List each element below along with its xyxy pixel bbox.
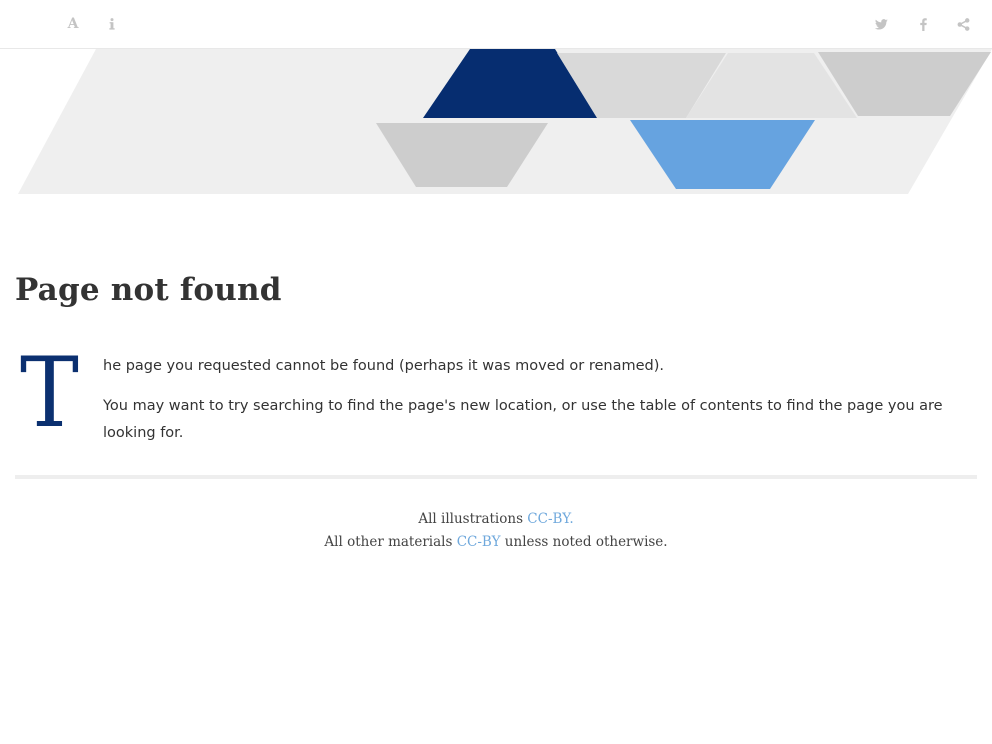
top-toolbar: A <box>0 0 992 49</box>
info-icon[interactable] <box>102 14 122 34</box>
message-paragraph-1: he page you requested cannot be found (p… <box>103 358 665 374</box>
footer-illustrations-license: All illustrations CC-BY. <box>0 508 992 531</box>
font-size-icon[interactable]: A <box>63 14 83 34</box>
footer-illustrations-text: All illustrations <box>418 511 528 527</box>
illustrations-license-link[interactable]: CC-BY. <box>527 511 573 527</box>
message-paragraph-2: You may want to try searching to find th… <box>103 398 943 441</box>
twitter-icon[interactable] <box>871 14 891 34</box>
footer-materials-text: All other materials <box>324 534 457 550</box>
header-banner-graphic <box>18 49 992 194</box>
footer-materials-license: All other materials CC-BY unless noted o… <box>0 531 992 554</box>
drop-cap-letter: T <box>20 337 79 449</box>
footer-materials-suffix: unless noted otherwise. <box>500 534 668 550</box>
facebook-icon[interactable] <box>913 14 933 34</box>
share-icon[interactable] <box>953 14 973 34</box>
materials-license-link[interactable]: CC-BY <box>457 534 501 550</box>
section-divider <box>15 475 977 479</box>
page-title: Page not found <box>15 272 282 308</box>
